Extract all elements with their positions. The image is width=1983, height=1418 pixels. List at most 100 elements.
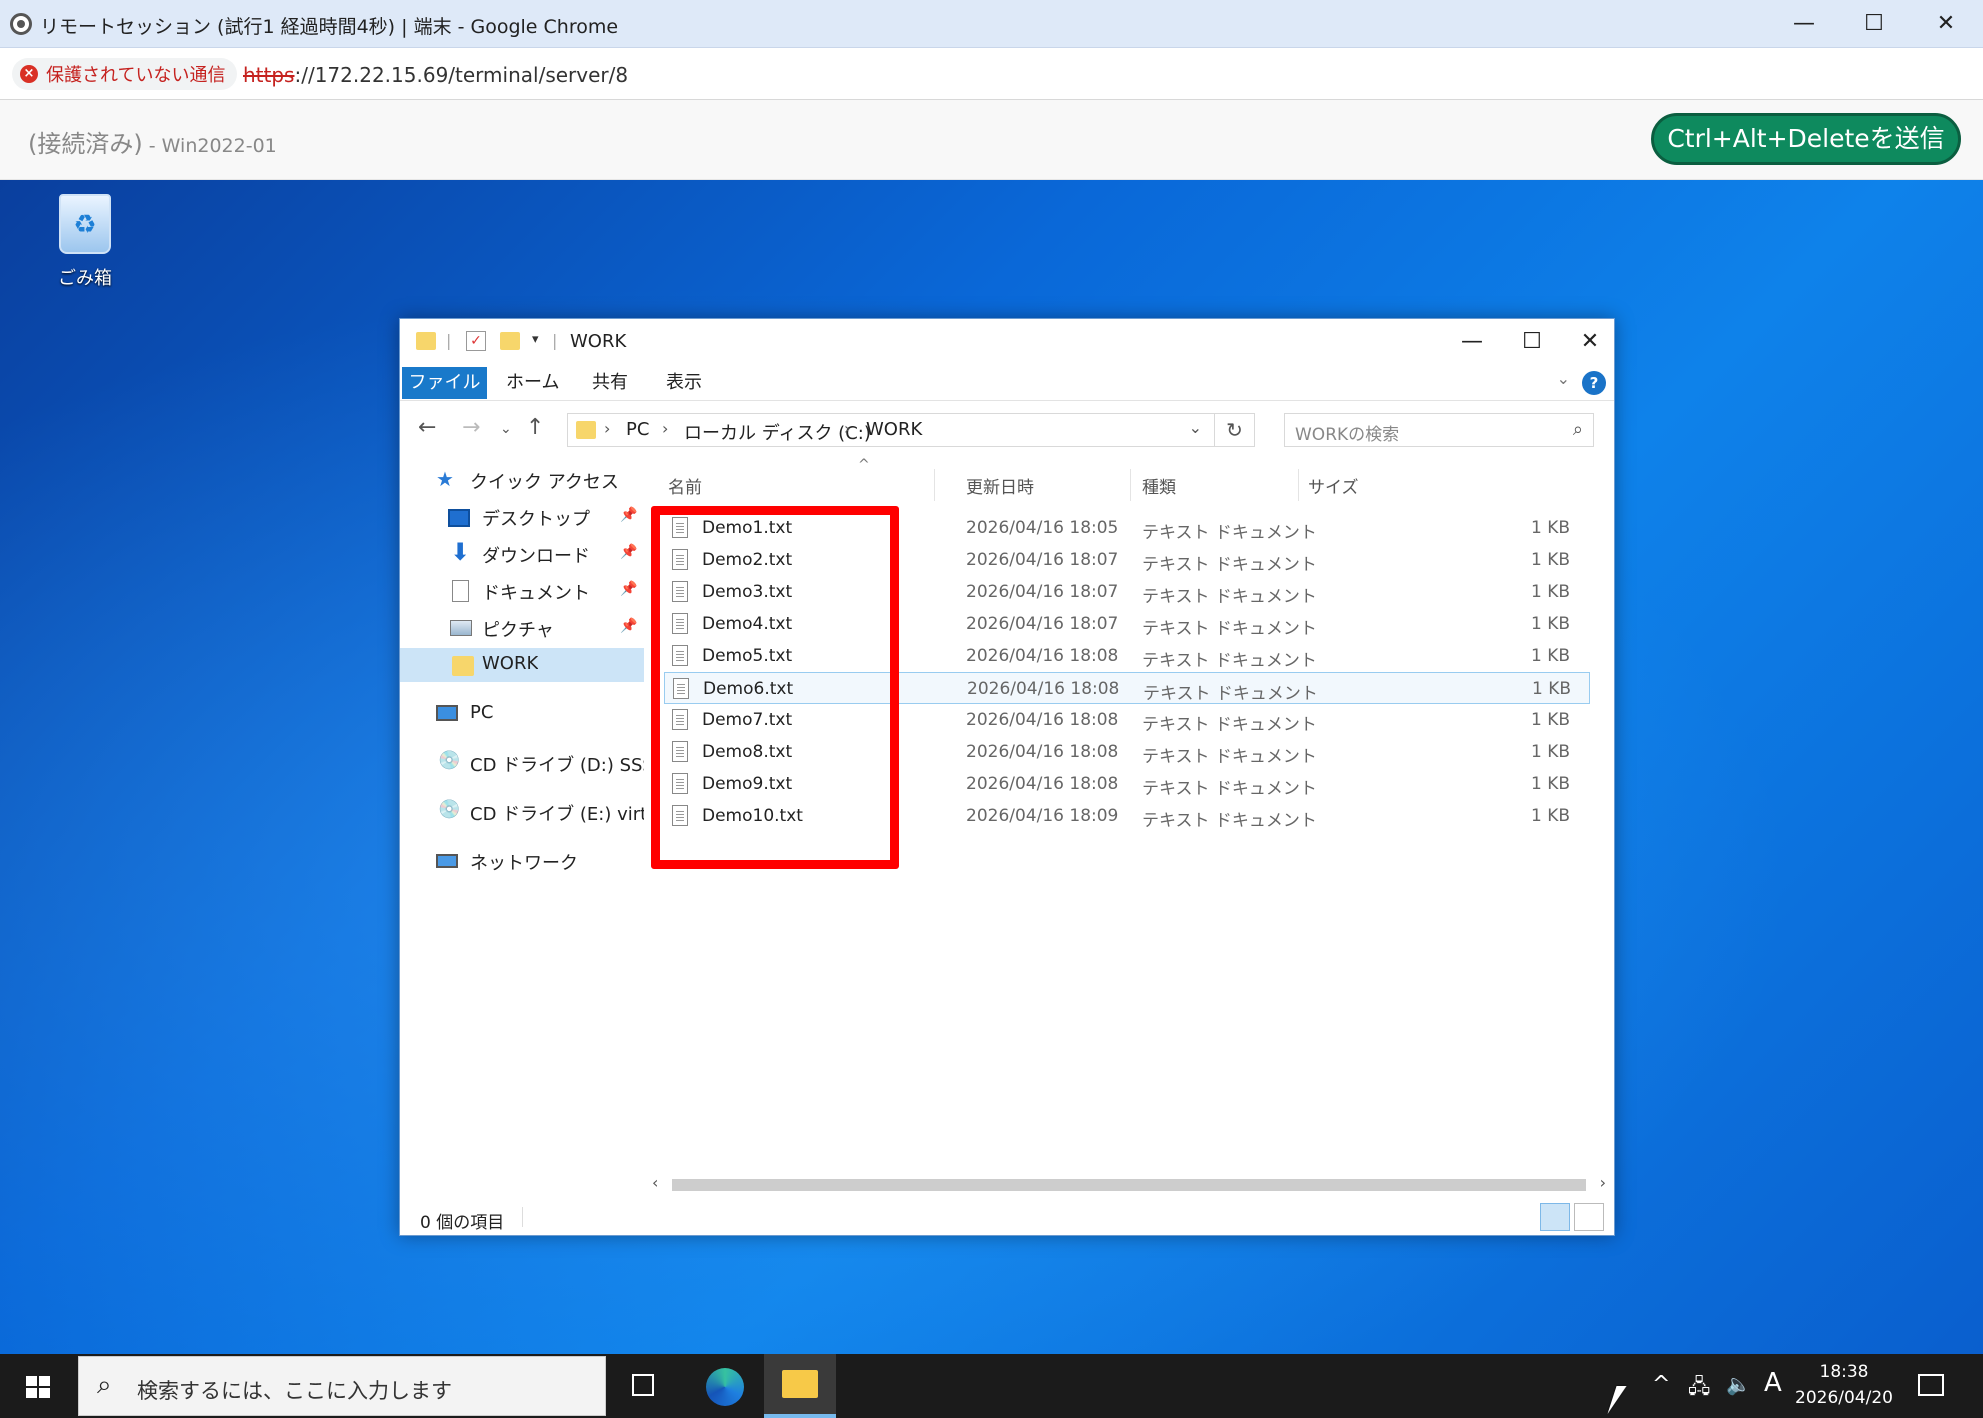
clock-date[interactable]: 2026/04/20: [1792, 1388, 1896, 1408]
maximize-button[interactable]: ☐: [1846, 8, 1902, 40]
close-button[interactable]: ✕: [1918, 8, 1974, 40]
explorer-taskbar-button[interactable]: [764, 1354, 836, 1418]
nav-item-label: クイック アクセス: [470, 472, 619, 493]
breadcrumb-separator-icon[interactable]: ›: [844, 419, 850, 438]
up-arrow-icon[interactable]: ↑: [526, 415, 544, 440]
send-ctrl-alt-delete-button[interactable]: Ctrl+Alt+Deleteを送信: [1651, 113, 1961, 165]
new-folder-icon[interactable]: [500, 332, 520, 350]
nav-network[interactable]: ネットワーク: [400, 844, 644, 878]
taskbar-search-input[interactable]: ⌕ 検索するには、ここに入力します: [78, 1356, 606, 1416]
nav-item-label: デスクトップ: [482, 509, 590, 530]
edge-icon: [706, 1368, 744, 1406]
help-icon[interactable]: ?: [1582, 371, 1606, 395]
explorer-maximize-button[interactable]: ☐: [1508, 325, 1556, 359]
show-hidden-icons-chevron-icon[interactable]: ^: [1652, 1372, 1670, 1397]
ime-indicator[interactable]: A: [1764, 1368, 1782, 1398]
nav-downloads[interactable]: ⬇ ダウンロード 📌: [400, 537, 644, 571]
qat-divider: |: [446, 331, 452, 350]
security-indicator[interactable]: × 保護されていない通信: [12, 58, 238, 90]
file-date: 2026/04/16 18:08: [966, 742, 1119, 762]
file-date: 2026/04/16 18:05: [966, 518, 1119, 538]
forward-arrow-icon[interactable]: →: [462, 415, 480, 440]
column-header-date[interactable]: 更新日時: [966, 473, 1034, 498]
pin-icon[interactable]: 📌: [620, 581, 637, 597]
properties-icon[interactable]: ✓: [466, 331, 486, 351]
file-size: 1 KB: [1530, 550, 1570, 570]
scroll-left-icon[interactable]: ‹: [652, 1173, 658, 1192]
breadcrumb-local-disk[interactable]: ローカル ディスク (C:): [684, 419, 871, 445]
file-size: 1 KB: [1530, 742, 1570, 762]
url-rest: ://172.22.15.69/terminal/server/8: [294, 63, 629, 87]
not-secure-icon: ×: [20, 65, 38, 83]
pin-icon[interactable]: 📌: [620, 544, 637, 560]
pin-icon[interactable]: 📌: [620, 618, 637, 634]
file-size: 1 KB: [1531, 679, 1571, 699]
file-size: 1 KB: [1530, 806, 1570, 826]
highlight-annotation: [651, 506, 899, 869]
nav-work[interactable]: WORK: [400, 648, 644, 682]
column-separator[interactable]: [934, 469, 935, 501]
column-header-name[interactable]: 名前: [668, 473, 702, 498]
explorer-titlebar: | ✓ ▾ | WORK — ☐ ✕: [400, 319, 1614, 365]
column-header-size[interactable]: サイズ: [1308, 473, 1359, 498]
task-view-button[interactable]: [608, 1354, 680, 1418]
refresh-button[interactable]: ↻: [1215, 413, 1255, 447]
file-size: 1 KB: [1530, 774, 1570, 794]
tab-share[interactable]: 共有: [576, 367, 644, 399]
details-view-icon[interactable]: [1540, 1203, 1570, 1231]
navigation-pane: ★ クイック アクセス デスクトップ 📌 ⬇ ダウンロード 📌 ドキュメント 📌…: [400, 459, 644, 1199]
notifications-icon[interactable]: [1918, 1374, 1944, 1396]
recycle-bin[interactable]: ごみ箱: [40, 194, 130, 290]
breadcrumb-separator-icon[interactable]: ›: [604, 419, 610, 438]
file-date: 2026/04/16 18:09: [966, 806, 1119, 826]
back-arrow-icon[interactable]: ←: [418, 415, 436, 440]
taskbar: ⌕ 検索するには、ここに入力します ^ 🖧 🔈 A 18:38 2026/04/…: [0, 1354, 1983, 1418]
nav-cd-drive-d[interactable]: 💿 CD ドライブ (D:) SSS_X6: [400, 746, 644, 780]
horizontal-scrollbar[interactable]: ‹ ›: [644, 1173, 1614, 1195]
nav-pictures[interactable]: ピクチャ 📌: [400, 611, 644, 645]
file-type: テキスト ドキュメント: [1142, 619, 1317, 639]
nav-documents[interactable]: ドキュメント 📌: [400, 574, 644, 608]
volume-muted-icon[interactable]: 🔈: [1726, 1372, 1751, 1396]
explorer-search-input[interactable]: WORKの検索 ⌕: [1284, 413, 1594, 447]
explorer-minimize-button[interactable]: —: [1448, 325, 1496, 359]
address-dropdown-icon[interactable]: ⌄: [1189, 418, 1202, 437]
column-separator[interactable]: [1130, 469, 1131, 501]
address-bar[interactable]: × 保護されていない通信 https://172.22.15.69/termin…: [0, 49, 1983, 100]
nav-desktop[interactable]: デスクトップ 📌: [400, 500, 644, 534]
tab-home[interactable]: ホーム: [490, 367, 575, 399]
breadcrumb-pc[interactable]: PC: [626, 419, 649, 440]
url-text[interactable]: https://172.22.15.69/terminal/server/8: [243, 63, 628, 87]
qat-dropdown-icon[interactable]: ▾: [532, 332, 539, 347]
tab-file[interactable]: ファイル: [402, 367, 487, 399]
session-title: (接続済み) - Win2022-01: [28, 124, 277, 159]
tab-view[interactable]: 表示: [650, 367, 718, 399]
large-icons-view-icon[interactable]: [1574, 1203, 1604, 1231]
minimize-button[interactable]: —: [1776, 8, 1832, 40]
start-button[interactable]: [0, 1354, 76, 1418]
nav-cd-drive-e[interactable]: 💿 CD ドライブ (E:) virtio-w: [400, 795, 644, 829]
breadcrumb-work[interactable]: WORK: [866, 419, 922, 440]
network-status-icon[interactable]: 🖧: [1688, 1372, 1710, 1406]
breadcrumb-separator-icon[interactable]: ›: [662, 419, 668, 438]
scroll-right-icon[interactable]: ›: [1600, 1173, 1606, 1192]
cd-drive-icon: 💿: [438, 750, 461, 771]
file-date: 2026/04/16 18:07: [966, 582, 1119, 602]
nav-pc[interactable]: PC: [400, 697, 644, 731]
nav-quick-access[interactable]: ★ クイック アクセス: [400, 463, 644, 497]
explorer-address-box[interactable]: › PC › ローカル ディスク (C:) › WORK ⌄: [567, 413, 1215, 447]
file-type: テキスト ドキュメント: [1142, 651, 1317, 671]
edge-taskbar-button[interactable]: [688, 1354, 760, 1418]
pin-icon[interactable]: 📌: [620, 507, 637, 523]
clock-time[interactable]: 18:38: [1800, 1362, 1888, 1382]
column-header-type[interactable]: 種類: [1142, 473, 1176, 498]
recent-locations-chevron-icon[interactable]: ⌄: [500, 421, 512, 437]
file-date: 2026/04/16 18:08: [966, 774, 1119, 794]
expand-ribbon-icon[interactable]: ⌄: [1557, 369, 1570, 388]
explorer-close-button[interactable]: ✕: [1566, 325, 1614, 359]
scrollbar-thumb[interactable]: [672, 1179, 1586, 1191]
status-divider: [522, 1207, 523, 1227]
column-separator[interactable]: [1298, 469, 1299, 501]
file-type: テキスト ドキュメント: [1142, 587, 1317, 607]
sort-ascending-icon: ^: [858, 457, 870, 473]
